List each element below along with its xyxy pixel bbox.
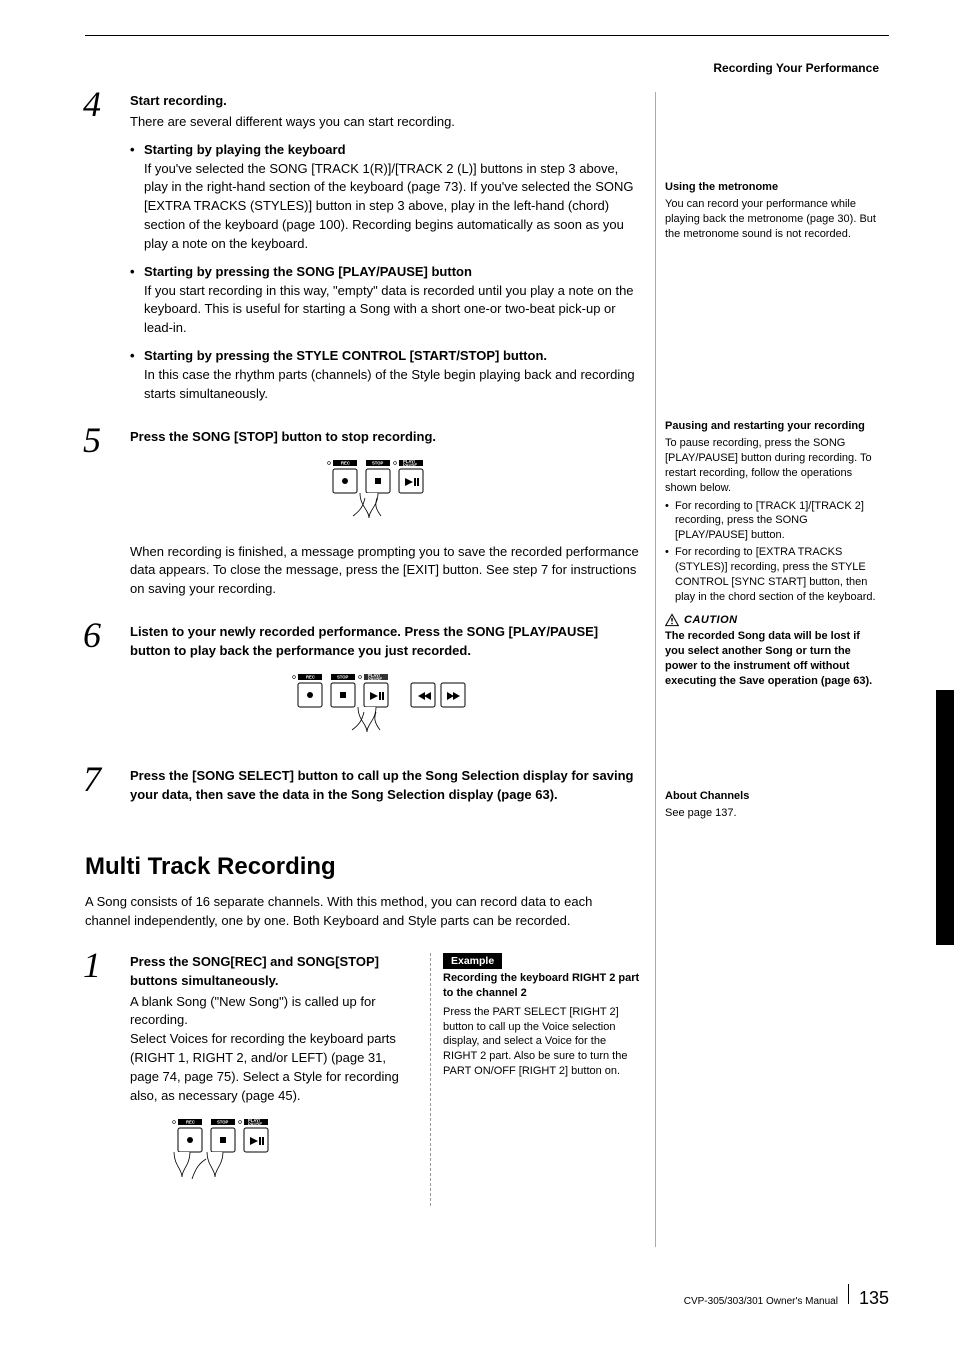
sidenote-title: Pausing and restarting your recording: [665, 419, 880, 434]
svg-text:NEW SONG: NEW SONG: [288, 708, 310, 713]
example-title: Recording the keyboard RIGHT 2 part to t…: [443, 971, 640, 1001]
caution-text: The recorded Song data will be lost if y…: [665, 629, 880, 688]
sidenote-text: You can record your performance while pl…: [665, 197, 880, 242]
list-item: For recording to [EXTRA TRACKS (STYLES)]…: [675, 545, 880, 604]
column-divider: [655, 92, 656, 1247]
panel-diagram-recstop: REC STOP PLAY/PAUSE NEW NC START: [160, 1116, 300, 1192]
svg-text:SY: SY: [350, 708, 356, 713]
page-footer: CVP-305/303/301 Owner's Manual 135: [684, 1284, 889, 1311]
header-rule: [85, 35, 889, 36]
side-column: Using the metronome You can record your …: [665, 92, 880, 838]
step-title: Start recording.: [130, 92, 640, 111]
list-item: For recording to [TRACK 1]/[TRACK 2] rec…: [675, 499, 880, 544]
step-text: A blank Song ("New Song") is called up f…: [130, 993, 414, 1106]
example-label: Example: [443, 953, 502, 969]
section-intro: A Song consists of 16 separate channels.…: [85, 893, 640, 931]
sidenote-text: To pause recording, press the SONG [PLAY…: [665, 436, 880, 495]
svg-text:FF: FF: [448, 674, 453, 679]
svg-text:PAUSE: PAUSE: [368, 676, 382, 681]
footer-manual: CVP-305/303/301 Owner's Manual: [684, 1295, 838, 1310]
svg-text:REW: REW: [416, 674, 426, 679]
step-4: 4 Start recording. There are several dif…: [85, 92, 640, 404]
step-title: Press the [SONG SELECT] button to call u…: [130, 767, 640, 805]
svg-text:NC START: NC START: [236, 1153, 256, 1158]
svg-text:PAUSE: PAUSE: [403, 462, 417, 467]
panel-diagram-play: REC STOP PLAY/PAUSE NEW SONG SY: [280, 671, 490, 743]
footer-divider: [848, 1284, 849, 1304]
bullet-text: If you start recording in this way, "emp…: [144, 282, 640, 339]
svg-text:SYNC START: SYNC START: [393, 492, 419, 497]
bullet-1: Starting by playing the keyboard If you'…: [144, 141, 640, 254]
step-after-text: When recording is finished, a message pr…: [130, 543, 640, 600]
svg-text:REC: REC: [186, 1119, 195, 1124]
svg-text:REC: REC: [306, 674, 315, 679]
caution-header: CAUTION: [665, 613, 880, 628]
step-text: There are several different ways you can…: [130, 113, 640, 132]
page-number: 135: [859, 1285, 889, 1311]
example-text: Press the PART SELECT [RIGHT 2] button t…: [443, 1005, 640, 1079]
bullet-title: Starting by pressing the STYLE CONTROL […: [144, 347, 640, 366]
caution-icon: [665, 613, 679, 627]
step-6: 6 Listen to your newly recorded performa…: [85, 623, 640, 743]
sidenote-pausing: Pausing and restarting your recording To…: [665, 419, 880, 688]
main-column: 4 Start recording. There are several dif…: [85, 92, 640, 1230]
step-7: 7 Press the [SONG SELECT] button to call…: [85, 767, 640, 805]
bullet-2: Starting by pressing the SONG [PLAY/PAUS…: [144, 263, 640, 338]
side-tab: Using, Creating and Editing Songs: [936, 690, 954, 945]
bullet-title: Starting by playing the keyboard: [144, 141, 640, 160]
side-tab-label: Using, Creating and Editing Songs: [919, 710, 934, 920]
sidenote-metronome: Using the metronome You can record your …: [665, 180, 880, 241]
step-number: 6: [83, 609, 101, 661]
bullet-title: Starting by pressing the SONG [PLAY/PAUS…: [144, 263, 640, 282]
bullet-text: If you've selected the SONG [TRACK 1(R)]…: [144, 160, 640, 254]
step-number: 1: [83, 939, 101, 991]
step-number: 4: [83, 78, 101, 130]
step-5: 5 Press the SONG [STOP] button to stop r…: [85, 428, 640, 599]
svg-text:NEW: NEW: [329, 492, 339, 497]
section-title: Multi Track Recording: [85, 850, 640, 885]
example-box: Example Recording the keyboard RIGHT 2 p…: [430, 953, 640, 1206]
panel-diagram-stop: REC STOP PLAY/PAUSE NEW SYNC START: [315, 457, 455, 529]
svg-text:PAUSE: PAUSE: [248, 1121, 262, 1126]
sidenote-text: See page 137.: [665, 806, 880, 821]
mt-step-1: 1 Press the SONG[REC] and SONG[STOP] but…: [85, 953, 640, 1206]
step-title: Listen to your newly recorded performanc…: [130, 623, 640, 661]
step-title: Press the SONG [STOP] button to stop rec…: [130, 428, 640, 447]
bullet-text: In this case the rhythm parts (channels)…: [144, 366, 640, 404]
step-title: Press the SONG[REC] and SONG[STOP] butto…: [130, 953, 414, 991]
sidenote-list: For recording to [TRACK 1]/[TRACK 2] rec…: [665, 499, 880, 605]
step-number: 5: [83, 414, 101, 466]
header-section-title: Recording Your Performance: [713, 60, 879, 77]
caution-label: CAUTION: [684, 613, 738, 628]
sidenote-title: Using the metronome: [665, 180, 880, 195]
bullet-3: Starting by pressing the STYLE CONTROL […: [144, 347, 640, 404]
svg-text:STOP: STOP: [217, 1119, 229, 1124]
sidenote-title: About Channels: [665, 789, 880, 804]
svg-text:REC: REC: [341, 460, 350, 465]
step-number: 7: [83, 753, 101, 805]
svg-text:STOP: STOP: [372, 460, 384, 465]
svg-text:STOP: STOP: [337, 674, 349, 679]
sidenote-channels: About Channels See page 137.: [665, 789, 880, 821]
